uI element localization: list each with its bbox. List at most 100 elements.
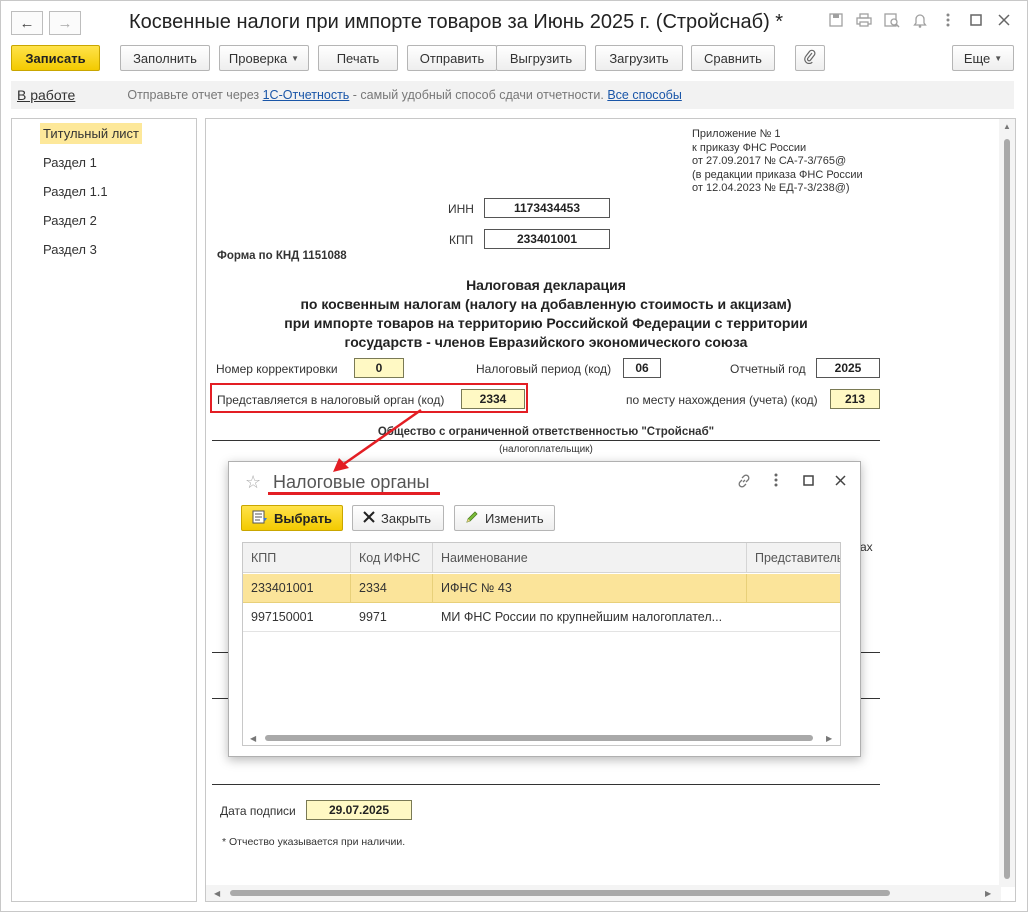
location-field[interactable]: 213 <box>830 389 880 409</box>
save-icon[interactable] <box>827 13 845 32</box>
organization-caption: (налогоплательщик) <box>499 444 593 455</box>
appendix-note: Приложение № 1 к приказу ФНС России от 2… <box>692 128 863 194</box>
compare-button[interactable]: Сравнить <box>691 45 775 71</box>
scroll-left-icon[interactable]: ◀ <box>250 734 256 743</box>
sidebar-item-section-2[interactable]: Раздел 2 <box>40 210 100 231</box>
reporting-link[interactable]: 1С-Отчетность <box>263 88 350 102</box>
scroll-up-icon[interactable]: ▲ <box>1003 122 1011 131</box>
back-button[interactable]: ← <box>11 11 43 35</box>
divider <box>212 440 880 441</box>
table-row[interactable]: 997150001 9971 МИ ФНС России по крупнейш… <box>243 603 840 632</box>
form-code: Форма по КНД 1151088 <box>217 250 347 262</box>
cell-kpp: 233401001 <box>243 574 351 602</box>
organization-name: Общество с ограниченной ответственностью… <box>377 426 715 438</box>
highlight-underline <box>268 492 440 495</box>
fill-button[interactable]: Заполнить <box>120 45 210 71</box>
scroll-thumb[interactable] <box>1004 139 1010 879</box>
cell-name: ИФНС № 43 <box>433 574 747 602</box>
close-icon[interactable] <box>832 473 848 492</box>
status-message: Отправьте отчет через 1С-Отчетность - са… <box>127 88 682 102</box>
forward-button[interactable]: → <box>49 11 81 35</box>
export-button[interactable]: Выгрузить <box>496 45 586 71</box>
cell-kpp: 997150001 <box>251 610 314 624</box>
kpp-label: КПП <box>449 233 474 247</box>
sidebar-item-section-1[interactable]: Раздел 1 <box>40 152 100 173</box>
inn-label: ИНН <box>448 202 474 216</box>
maximize-icon[interactable] <box>800 473 816 492</box>
sign-date-label: Дата подписи <box>220 804 296 818</box>
period-label: Налоговый период (код) <box>476 362 612 376</box>
table-row[interactable]: 233401001 2334 ИФНС № 43 <box>243 574 840 603</box>
title-icons <box>827 13 1013 32</box>
column-header-representative[interactable]: Представитель <box>747 543 840 572</box>
menu-icon[interactable] <box>939 13 957 32</box>
close-button[interactable]: Закрыть <box>352 505 444 531</box>
year-label: Отчетный год <box>730 362 806 376</box>
sections-panel: Титульный лист Раздел 1 Раздел 1.1 Разде… <box>11 118 197 902</box>
attach-button[interactable] <box>795 45 825 71</box>
arrow-left-icon: ← <box>19 14 35 32</box>
link-icon[interactable] <box>736 473 752 492</box>
select-icon <box>252 510 268 527</box>
table-horizontal-scrollbar[interactable]: ◀ ▶ <box>243 731 840 745</box>
main-window: ← → Косвенные налоги при импорте товаров… <box>0 0 1028 912</box>
status-bar: В работе Отправьте отчет через 1С-Отчетн… <box>11 81 1014 109</box>
scroll-right-icon[interactable]: ▶ <box>985 889 991 898</box>
year-field[interactable]: 2025 <box>816 358 880 378</box>
correction-field[interactable]: 0 <box>354 358 404 378</box>
check-button[interactable]: Проверка ▼ <box>219 45 309 71</box>
declaration-heading: Налоговая декларация по косвенным налога… <box>284 277 808 350</box>
sign-date-field[interactable]: 29.07.2025 <box>306 800 412 820</box>
edit-button[interactable]: Изменить <box>454 505 555 531</box>
scroll-right-icon[interactable]: ▶ <box>826 734 832 743</box>
arrow-right-icon: → <box>57 14 73 32</box>
star-icon[interactable]: ☆ <box>245 472 261 493</box>
caret-down-icon: ▼ <box>291 53 300 63</box>
table-header: КПП Код ИФНС Наименование Представитель <box>243 543 840 573</box>
window-title: Косвенные налоги при импорте товаров за … <box>129 11 784 33</box>
print-button[interactable]: Печать <box>318 45 398 71</box>
bell-icon[interactable] <box>911 13 929 32</box>
cell-code: 9971 <box>359 610 387 624</box>
close-icon[interactable] <box>995 13 1013 32</box>
column-header-name[interactable]: Наименование <box>433 543 747 572</box>
print-icon[interactable] <box>855 13 873 32</box>
select-button[interactable]: Выбрать <box>241 505 343 531</box>
maximize-icon[interactable] <box>967 13 985 32</box>
inn-field[interactable]: 1173434453 <box>484 198 610 218</box>
kpp-field[interactable]: 233401001 <box>484 229 610 249</box>
status-label[interactable]: В работе <box>17 87 75 103</box>
close-x-icon <box>363 510 375 526</box>
sidebar-item-section-3[interactable]: Раздел 3 <box>40 239 100 260</box>
cell-name: МИ ФНС России по крупнейшим налогоплател… <box>441 610 723 624</box>
save-button[interactable]: Записать <box>11 45 100 71</box>
sidebar-item-section-1-1[interactable]: Раздел 1.1 <box>40 181 111 202</box>
divider <box>212 784 880 785</box>
preview-icon[interactable] <box>883 13 901 32</box>
tax-offices-dialog: ☆ Налоговые органы Выбрать Закрыть Измен… <box>228 461 861 757</box>
import-button[interactable]: Загрузить <box>595 45 683 71</box>
paperclip-icon <box>804 49 816 67</box>
sidebar-item-title-page[interactable]: Титульный лист <box>40 123 143 144</box>
vertical-scrollbar[interactable]: ▲ <box>999 119 1015 887</box>
scroll-thumb[interactable] <box>230 890 890 896</box>
cell-code: 2334 <box>351 574 433 602</box>
location-label: по месту нахождения (учета) (код) <box>626 393 818 407</box>
menu-icon[interactable] <box>768 473 784 492</box>
footnote: * Отчество указывается при наличии. <box>222 836 406 848</box>
scroll-thumb[interactable] <box>265 735 813 741</box>
pencil-icon <box>465 510 479 527</box>
scroll-left-icon[interactable]: ◀ <box>214 889 220 898</box>
dialog-window-icons <box>736 473 848 492</box>
period-field[interactable]: 06 <box>623 358 661 378</box>
tax-offices-table: КПП Код ИФНС Наименование Представитель … <box>242 542 841 746</box>
annotation-arrow-icon <box>333 408 422 472</box>
cell-representative <box>747 603 840 631</box>
column-header-code[interactable]: Код ИФНС <box>351 543 433 572</box>
caret-down-icon: ▼ <box>994 53 1003 63</box>
more-button[interactable]: Еще ▼ <box>952 45 1014 71</box>
horizontal-scrollbar[interactable]: ◀ ▶ <box>206 885 1001 901</box>
send-button[interactable]: Отправить <box>407 45 497 71</box>
column-header-kpp[interactable]: КПП <box>243 543 351 572</box>
all-methods-link[interactable]: Все способы <box>607 88 681 102</box>
